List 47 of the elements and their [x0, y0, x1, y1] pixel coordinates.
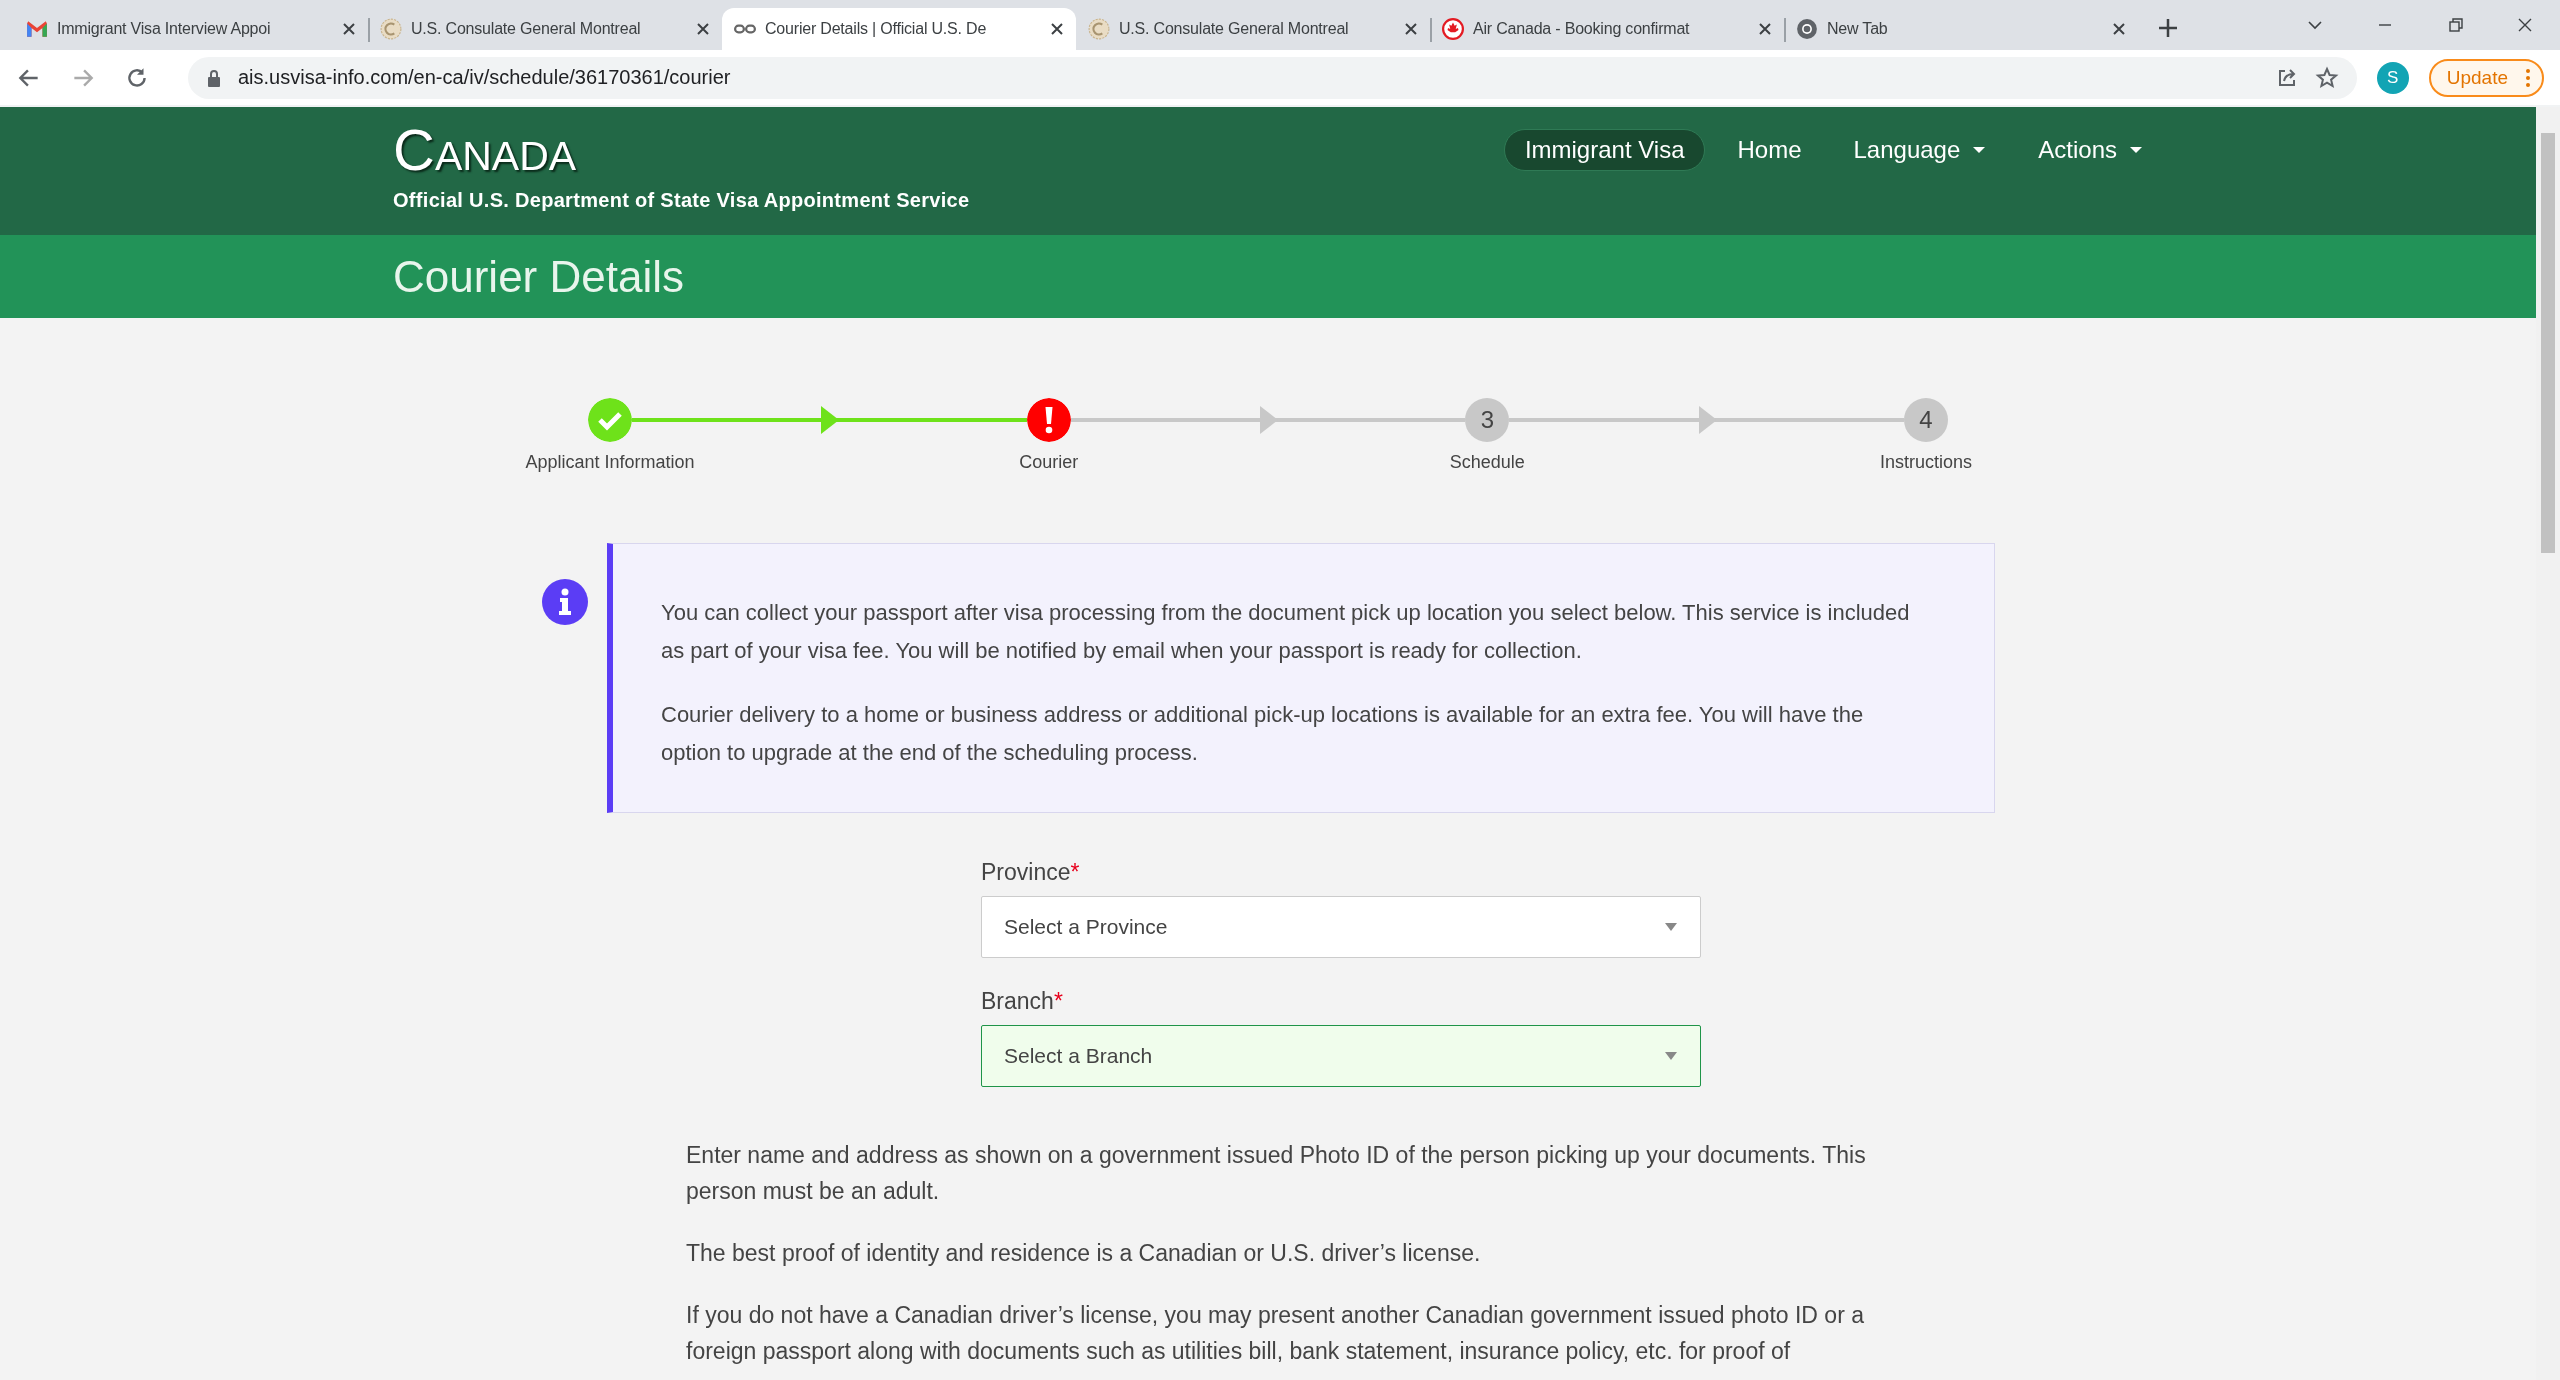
browser-tab[interactable]: Courier Details | Official U.S. De	[722, 8, 1076, 50]
select-field[interactable]: Select a Branch	[981, 1025, 1701, 1087]
alert-icon	[1026, 398, 1071, 442]
page-title: Courier Details	[393, 251, 684, 302]
seal-icon	[380, 18, 402, 40]
info-icon	[542, 579, 588, 625]
browser-tab[interactable]: Immigrant Visa Interview Appoi	[14, 8, 368, 50]
close-tab-icon[interactable]	[696, 22, 710, 36]
browser-tab[interactable]: New Tab	[1784, 8, 2138, 50]
address-bar[interactable]: ais.usvisa-info.com/en-ca/iv/schedule/36170361/courier	[188, 56, 2357, 99]
step-label: Courier	[1019, 452, 1079, 473]
nav-link[interactable]: Language	[1833, 130, 2007, 170]
instruction-text: Enter name and address as shown on a government issued Photo ID of the person picking up your documents. This person must be an adult.	[686, 1141, 1867, 1206]
dropdown-arrow-icon	[1664, 1051, 1678, 1061]
browser-tab[interactable]: Air Canada - Booking confirmat	[1430, 8, 1784, 50]
nav-link[interactable]: Home	[1717, 130, 1822, 170]
step-number: 4	[1903, 398, 1948, 442]
instruction-text: If you do not have a Canadian driver’s license, you may present another Canadian government issued photo ID or a foreign passport along with documents such as utilities bill, bank statement, insurance policy, etc. for proof of	[686, 1301, 1865, 1366]
notice-text: You can collect your passport after visa processing from the document pick up location you select below. This service is included as part of your visa fee. You will be notified by email when your passport is ready for collection.	[661, 599, 1911, 665]
seal-icon	[1088, 18, 1110, 40]
close-tab-icon[interactable]	[1404, 22, 1418, 36]
close-tab-icon[interactable]	[2112, 22, 2126, 36]
dropdown-arrow-icon	[1664, 922, 1678, 932]
site-subtitle: Official U.S. Department of State Visa Appointment Service	[393, 189, 970, 212]
notice-text: Courier delivery to a home or business address or additional pick-up locations is available for an extra fee. You will have the option to upgrade at the end of the scheduling process.	[661, 701, 1865, 767]
nav-link[interactable]: Immigrant Visa	[1503, 129, 1706, 171]
close-tab-icon[interactable]	[342, 22, 356, 36]
site-title: Canada	[393, 121, 578, 179]
browser-tab[interactable]: U.S. Consulate General Montreal	[368, 8, 722, 50]
field-label: Branch*	[981, 988, 1064, 1015]
close-tab-icon[interactable]	[1050, 22, 1064, 36]
star-icon[interactable]	[2314, 65, 2339, 90]
step-number: 3	[1465, 398, 1510, 442]
chrome-icon	[1796, 18, 1818, 40]
more-icon	[2526, 68, 2530, 87]
instruction-text: The best proof of identity and residence is a Canadian or U.S. driver’s license.	[686, 1239, 1482, 1268]
new-tab-icon[interactable]	[2156, 16, 2180, 40]
step-label: Applicant Information	[525, 452, 695, 473]
step-label: Schedule	[1449, 452, 1525, 473]
browser-tab[interactable]: U.S. Consulate General Montreal	[1076, 8, 1430, 50]
close-tab-icon[interactable]	[1758, 22, 1772, 36]
maple-leaf-icon	[1442, 18, 1464, 40]
step-label: Instructions	[1879, 452, 1972, 473]
check-icon	[588, 398, 632, 442]
field-label: Province*	[981, 859, 1081, 886]
select-field[interactable]: Select a Province	[981, 896, 1701, 958]
nav-link[interactable]: Actions	[2018, 130, 2163, 170]
